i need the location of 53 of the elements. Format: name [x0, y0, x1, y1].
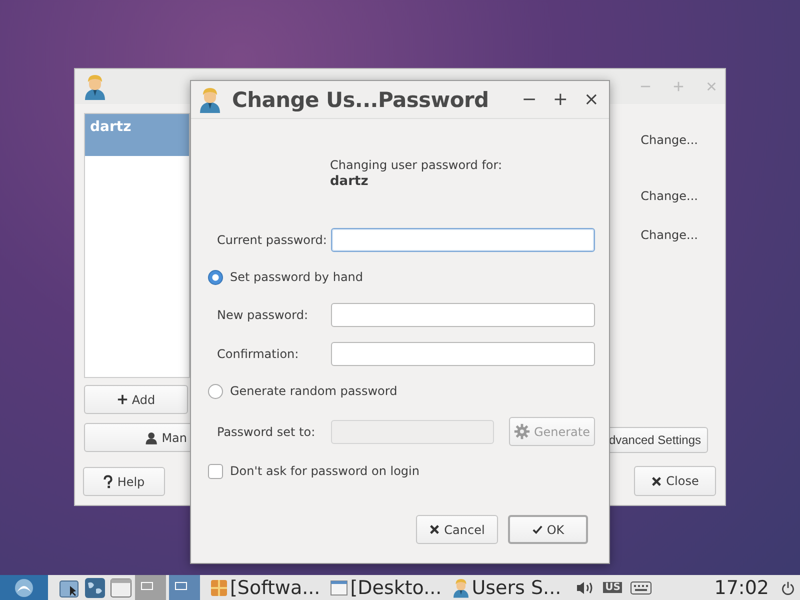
new-password-field[interactable]	[331, 303, 595, 327]
help-button[interactable]: Help	[83, 467, 165, 496]
field-label: Current password:	[217, 233, 328, 247]
ok-button[interactable]: OK	[508, 515, 588, 544]
close-icon	[651, 476, 662, 486]
workspace-button[interactable]	[135, 575, 166, 600]
clock: 17:02	[714, 576, 769, 598]
close-icon[interactable]	[706, 81, 717, 92]
task-button[interactable]: [Softwa...	[210, 575, 320, 600]
user-icon	[198, 86, 222, 112]
window-icon[interactable]	[110, 576, 132, 598]
change-link[interactable]: Change...	[640, 228, 698, 244]
maximize-button[interactable]: +	[552, 90, 568, 108]
checkbox-label: Don't ask for password on login	[230, 464, 420, 478]
power-icon[interactable]	[781, 580, 795, 596]
minimize-button[interactable]: −	[522, 90, 537, 108]
field-label: Password set to:	[217, 424, 316, 438]
user-icon	[83, 74, 107, 100]
package-icon	[210, 578, 228, 598]
keyboard-layout-indicator[interactable]: US	[603, 582, 622, 593]
task-button[interactable]: Users S...	[452, 575, 562, 600]
gear-icon	[514, 422, 530, 441]
field-label: Confirmation:	[217, 347, 300, 361]
window-title: Change Us...Password	[232, 88, 489, 112]
user-icon	[452, 578, 470, 598]
change-link[interactable]: Change...	[640, 133, 698, 149]
user-name: dartz	[330, 173, 370, 190]
window-icon	[330, 578, 348, 598]
add-button[interactable]: Add	[84, 385, 188, 414]
maximize-icon[interactable]	[673, 81, 684, 92]
checkbox[interactable]	[208, 464, 223, 478]
current-password-field[interactable]	[331, 228, 595, 252]
radio-label: Set password by hand	[230, 270, 364, 284]
workspace-button[interactable]	[169, 575, 200, 600]
keyboard-icon[interactable]	[630, 580, 652, 594]
radio-button[interactable]	[208, 270, 223, 284]
close-button[interactable]: ×	[584, 90, 599, 108]
change-link[interactable]: Change...	[640, 189, 698, 205]
intro-text: Changing user password for:	[330, 157, 504, 173]
close-button[interactable]: Close	[634, 466, 716, 496]
plus-icon	[116, 394, 128, 405]
logo-icon	[12, 578, 36, 598]
checkmark-icon	[532, 524, 543, 535]
person-icon	[145, 430, 158, 446]
help-icon	[103, 474, 114, 488]
cancel-icon	[429, 524, 440, 535]
field-label: New password:	[217, 308, 310, 322]
radio-label: Generate random password	[230, 384, 398, 398]
cancel-button[interactable]: Cancel	[416, 515, 498, 544]
start-button[interactable]	[0, 575, 48, 600]
task-button[interactable]: [Deskto...	[330, 575, 442, 600]
confirmation-field[interactable]	[331, 342, 595, 366]
radio-button[interactable]	[208, 384, 223, 398]
